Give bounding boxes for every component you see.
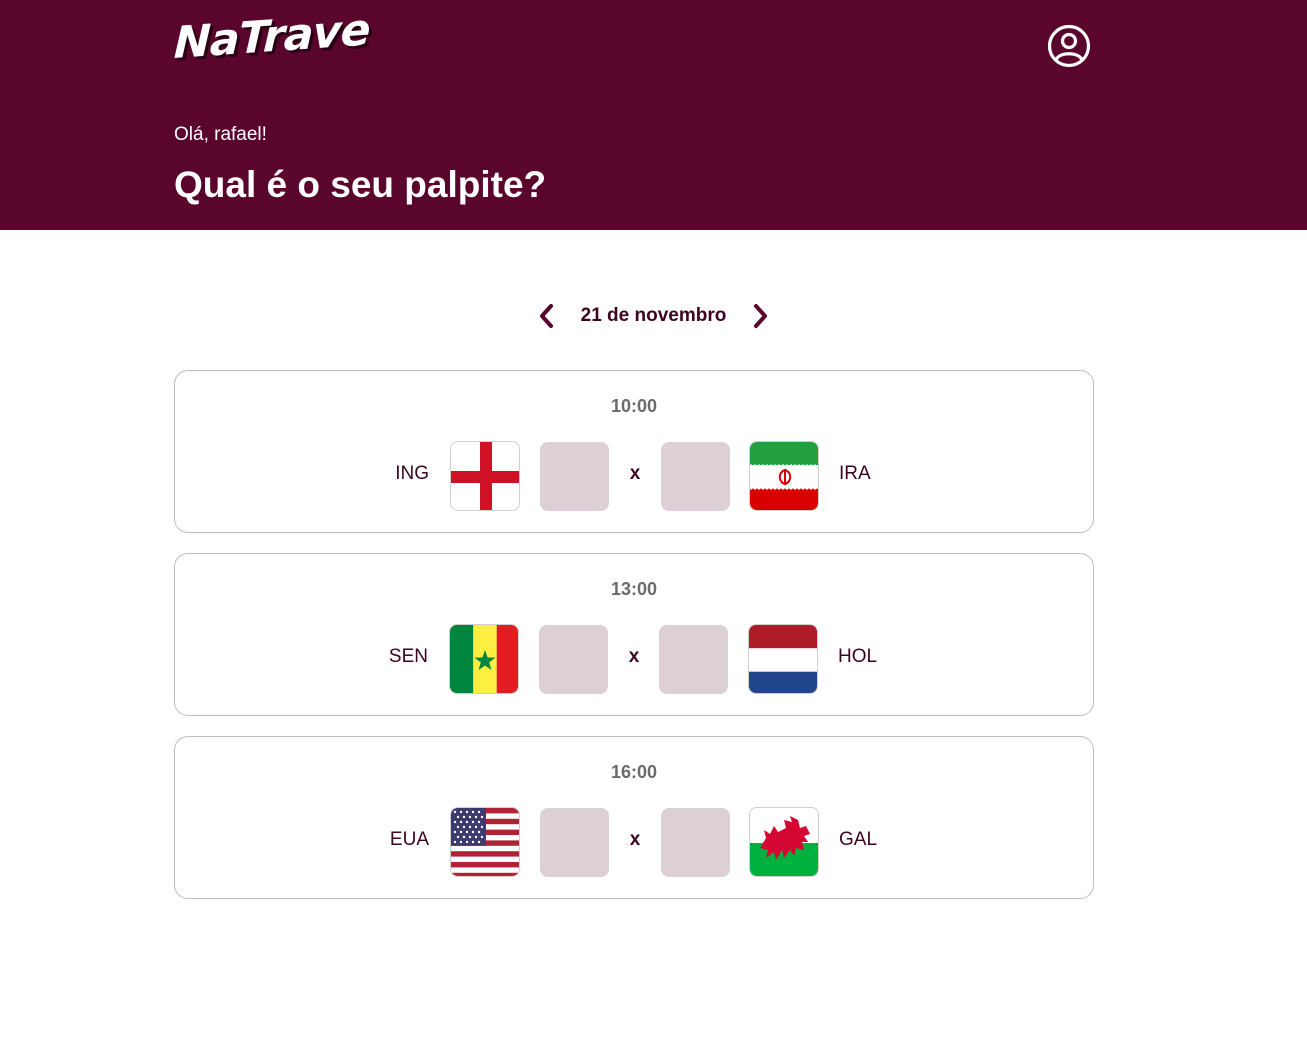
home-team-code: SEN [388, 646, 428, 667]
date-navigation: 21 de novembro [0, 296, 1307, 336]
next-date-button[interactable] [744, 300, 776, 332]
versus-label: x [629, 829, 641, 850]
user-circle-icon [1047, 24, 1091, 68]
chevron-right-icon [754, 304, 768, 328]
versus-label: x [629, 463, 641, 484]
versus-label: x [628, 646, 640, 667]
away-score-input[interactable] [659, 625, 728, 694]
home-score-input[interactable] [540, 808, 609, 877]
current-date-label: 21 de novembro [580, 305, 727, 326]
game-card: 10:00 ING x IRA [174, 370, 1094, 533]
greeting-text: Olá, rafael! [174, 124, 267, 145]
game-time: 16:00 [610, 762, 658, 782]
away-score-input[interactable] [661, 442, 730, 511]
game-time: 10:00 [610, 396, 658, 416]
usa-flag-icon [450, 807, 520, 877]
home-score-input[interactable] [539, 625, 608, 694]
header: NaTrave Olá, rafael! Qual é o seu palpit… [0, 0, 1307, 230]
away-team-code: HOL [838, 646, 878, 667]
game-card: 16:00 EUA x GAL [174, 736, 1094, 899]
wales-flag-icon [749, 807, 819, 877]
chevron-left-icon [539, 304, 553, 328]
iran-flag-icon [749, 441, 819, 511]
england-flag-icon [450, 441, 520, 511]
game-card: 13:00 SEN x HOL [174, 553, 1094, 716]
home-team-code: EUA [389, 829, 429, 850]
previous-date-button[interactable] [531, 300, 563, 332]
netherlands-flag-icon [748, 624, 818, 694]
page-title: Qual é o seu palpite? [174, 164, 547, 205]
home-score-input[interactable] [540, 442, 609, 511]
games-list: 10:00 ING x IRA 13:00 SEN x HOL 16:00 EU… [174, 370, 1094, 919]
app-logo: NaTrave [173, 4, 371, 69]
away-score-input[interactable] [661, 808, 730, 877]
away-team-code: GAL [839, 829, 878, 850]
senegal-flag-icon [449, 624, 519, 694]
profile-button[interactable] [1046, 23, 1092, 69]
home-team-code: ING [395, 463, 429, 484]
game-time: 13:00 [610, 579, 658, 599]
away-team-code: IRA [839, 463, 871, 484]
